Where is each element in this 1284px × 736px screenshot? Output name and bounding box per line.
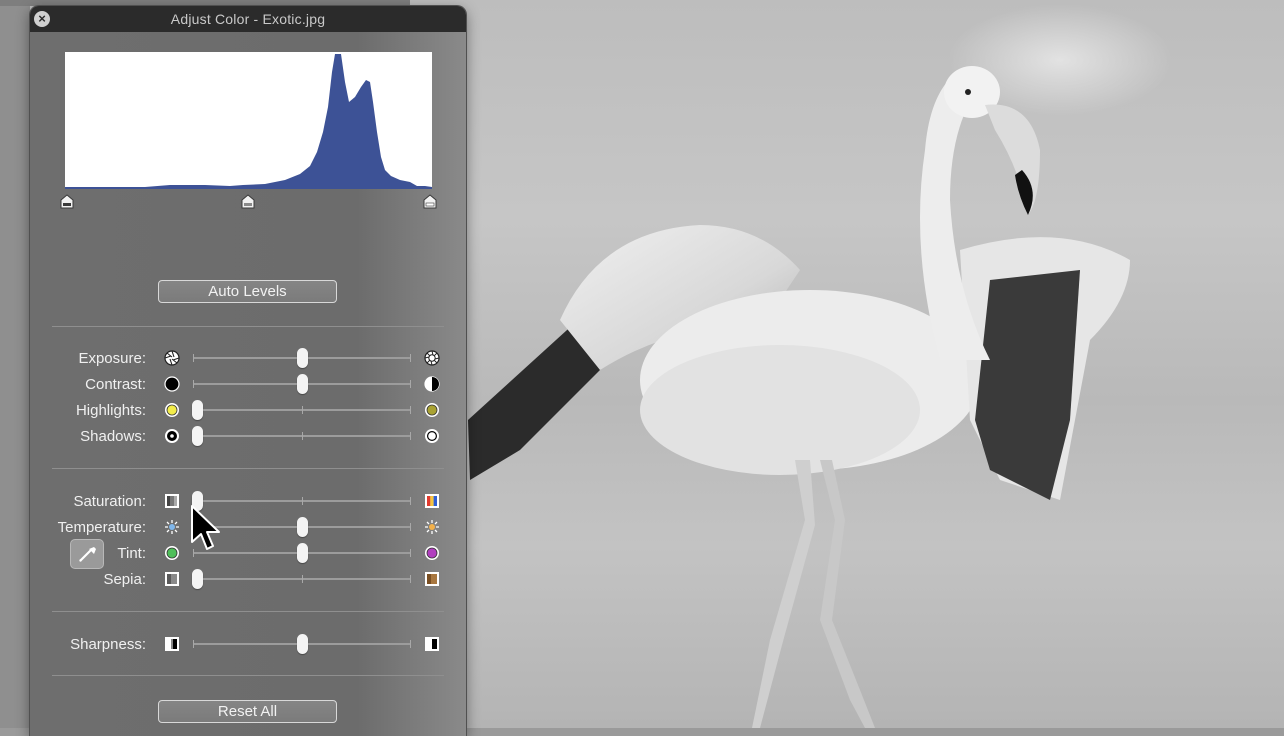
shadows-slider[interactable] bbox=[191, 426, 411, 446]
temperature-thumb[interactable] bbox=[296, 517, 308, 537]
color-swatch-icon bbox=[425, 494, 439, 508]
auto-levels-button[interactable]: Auto Levels bbox=[158, 280, 337, 303]
divider bbox=[52, 468, 444, 469]
sepia-slider[interactable] bbox=[191, 569, 411, 589]
sharpness-thumb[interactable] bbox=[296, 634, 308, 654]
tint-row: Tint: bbox=[30, 541, 466, 565]
contrast-slider[interactable] bbox=[193, 374, 411, 394]
saturation-label: Saturation: bbox=[73, 493, 146, 510]
tick bbox=[302, 406, 303, 414]
warm-sun-icon bbox=[425, 520, 439, 534]
black-point-handle[interactable] bbox=[60, 194, 74, 209]
highlights-slider[interactable] bbox=[191, 400, 411, 420]
adjust-color-panel: × Adjust Color - Exotic.jpg Auto Levels … bbox=[30, 6, 466, 736]
half-circle-icon bbox=[424, 376, 440, 392]
temperature-slider[interactable] bbox=[193, 517, 411, 537]
magenta-dot-icon bbox=[425, 546, 439, 560]
highlights-row: Highlights: bbox=[30, 398, 466, 422]
grayscale-swatch-icon bbox=[165, 494, 179, 508]
aperture-open-icon bbox=[424, 350, 440, 366]
exposure-label: Exposure: bbox=[78, 350, 146, 367]
bright-yellow-dot-icon bbox=[165, 403, 179, 417]
contrast-thumb[interactable] bbox=[296, 374, 308, 394]
gray-swatch-icon bbox=[165, 572, 179, 586]
sepia-row: Sepia: bbox=[30, 567, 466, 591]
divider bbox=[52, 326, 444, 327]
divider bbox=[52, 675, 444, 676]
tick bbox=[410, 406, 411, 414]
gray-point-handle[interactable] bbox=[241, 194, 255, 209]
shadows-row: Shadows: bbox=[30, 424, 466, 448]
mouse-cursor-icon bbox=[191, 505, 220, 550]
green-dot-icon bbox=[165, 546, 179, 560]
sharp-square-icon bbox=[425, 637, 439, 651]
tick bbox=[410, 497, 411, 505]
contrast-label: Contrast: bbox=[85, 376, 146, 393]
sepia-thumb[interactable] bbox=[191, 569, 203, 589]
temperature-row: Temperature: bbox=[30, 515, 466, 539]
light-ring-icon bbox=[425, 429, 439, 443]
tick bbox=[410, 432, 411, 440]
window-title: Adjust Color - Exotic.jpg bbox=[170, 11, 326, 27]
tick bbox=[410, 354, 411, 362]
tick bbox=[410, 523, 411, 531]
highlights-thumb[interactable] bbox=[191, 400, 203, 420]
tick bbox=[302, 575, 303, 583]
title-bar[interactable]: × Adjust Color - Exotic.jpg bbox=[30, 6, 466, 32]
background-window-strip bbox=[0, 0, 30, 728]
saturation-row: Saturation: bbox=[30, 489, 466, 513]
aperture-closed-icon bbox=[164, 350, 180, 366]
divider bbox=[52, 611, 444, 612]
tint-label: Tint: bbox=[117, 545, 146, 562]
shadows-thumb[interactable] bbox=[191, 426, 203, 446]
tick bbox=[410, 640, 411, 648]
tick bbox=[410, 380, 411, 388]
shadows-label: Shadows: bbox=[80, 428, 146, 445]
sepia-label: Sepia: bbox=[103, 571, 146, 588]
sharpness-label: Sharpness: bbox=[70, 636, 146, 653]
cool-sun-icon bbox=[165, 520, 179, 534]
exposure-slider[interactable] bbox=[193, 348, 411, 368]
tick bbox=[193, 380, 194, 388]
tick bbox=[302, 432, 303, 440]
tick bbox=[193, 640, 194, 648]
sharpness-slider[interactable] bbox=[193, 634, 411, 654]
saturation-slider[interactable] bbox=[191, 491, 411, 511]
highlights-label: Highlights: bbox=[75, 402, 146, 419]
tick bbox=[193, 354, 194, 362]
dark-ring-icon bbox=[165, 429, 179, 443]
blur-square-icon bbox=[165, 637, 179, 651]
contrast-row: Contrast: bbox=[30, 372, 466, 396]
black-circle-icon bbox=[164, 376, 180, 392]
tick bbox=[410, 549, 411, 557]
sepia-swatch-icon bbox=[425, 572, 439, 586]
histogram-curve bbox=[65, 54, 432, 189]
histogram-graph bbox=[65, 54, 432, 189]
tint-thumb[interactable] bbox=[296, 543, 308, 563]
tick bbox=[302, 497, 303, 505]
dim-yellow-dot-icon bbox=[425, 403, 439, 417]
tint-slider[interactable] bbox=[193, 543, 411, 563]
sharpness-row: Sharpness: bbox=[30, 632, 466, 656]
exposure-thumb[interactable] bbox=[296, 348, 308, 368]
exposure-row: Exposure: bbox=[30, 346, 466, 370]
histogram bbox=[65, 52, 432, 189]
reset-all-button[interactable]: Reset All bbox=[158, 700, 337, 723]
temperature-label: Temperature: bbox=[57, 519, 146, 536]
white-point-handle[interactable] bbox=[423, 194, 437, 209]
tick bbox=[410, 575, 411, 583]
